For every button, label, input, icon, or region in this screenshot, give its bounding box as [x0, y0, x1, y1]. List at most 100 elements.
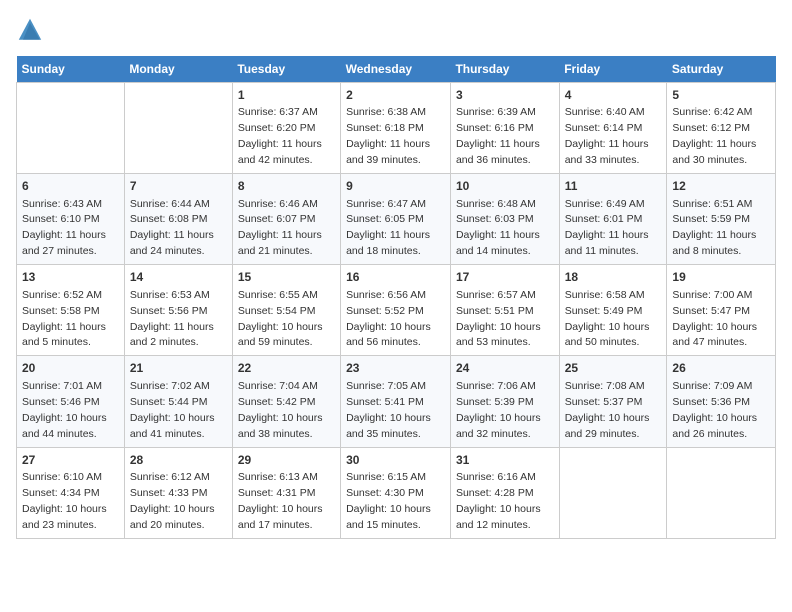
- calendar-cell: 8 Sunrise: 6:46 AM Sunset: 6:07 PM Daylig…: [232, 174, 340, 265]
- day-number: 25: [565, 360, 662, 377]
- day-info: Sunrise: 6:44 AM Sunset: 6:08 PM Dayligh…: [130, 198, 214, 258]
- day-info: Sunrise: 6:53 AM Sunset: 5:56 PM Dayligh…: [130, 289, 214, 349]
- day-number: 18: [565, 269, 662, 286]
- calendar-cell: [124, 83, 232, 174]
- day-info: Sunrise: 6:52 AM Sunset: 5:58 PM Dayligh…: [22, 289, 106, 349]
- day-info: Sunrise: 6:55 AM Sunset: 5:54 PM Dayligh…: [238, 289, 323, 349]
- calendar-cell: 4 Sunrise: 6:40 AM Sunset: 6:14 PM Daylig…: [559, 83, 667, 174]
- calendar-cell: 25 Sunrise: 7:08 AM Sunset: 5:37 PM Dayli…: [559, 356, 667, 447]
- day-info: Sunrise: 6:12 AM Sunset: 4:33 PM Dayligh…: [130, 471, 215, 531]
- weekday-header-monday: Monday: [124, 56, 232, 83]
- day-number: 16: [346, 269, 445, 286]
- day-info: Sunrise: 7:01 AM Sunset: 5:46 PM Dayligh…: [22, 380, 107, 440]
- weekday-header-sunday: Sunday: [17, 56, 125, 83]
- day-info: Sunrise: 6:39 AM Sunset: 6:16 PM Dayligh…: [456, 106, 540, 166]
- calendar-cell: 5 Sunrise: 6:42 AM Sunset: 6:12 PM Daylig…: [667, 83, 776, 174]
- calendar-cell: 29 Sunrise: 6:13 AM Sunset: 4:31 PM Dayli…: [232, 447, 340, 538]
- day-number: 7: [130, 178, 227, 195]
- calendar-cell: 6Sunrise: 6:43 AM Sunset: 6:10 PM Daylig…: [17, 174, 125, 265]
- calendar-cell: 10Sunrise: 6:48 AM Sunset: 6:03 PM Dayli…: [450, 174, 559, 265]
- calendar-cell: 13 Sunrise: 6:52 AM Sunset: 5:58 PM Dayli…: [17, 265, 125, 356]
- day-number: 29: [238, 452, 335, 469]
- calendar-cell: 28 Sunrise: 6:12 AM Sunset: 4:33 PM Dayli…: [124, 447, 232, 538]
- calendar-cell: 3 Sunrise: 6:39 AM Sunset: 6:16 PM Daylig…: [450, 83, 559, 174]
- day-number: 5: [672, 87, 770, 104]
- header-row: SundayMondayTuesdayWednesdayThursdayFrid…: [17, 56, 776, 83]
- day-number: 21: [130, 360, 227, 377]
- day-number: 23: [346, 360, 445, 377]
- day-number: 31: [456, 452, 554, 469]
- weekday-header-thursday: Thursday: [450, 56, 559, 83]
- day-number: 3: [456, 87, 554, 104]
- day-number: 30: [346, 452, 445, 469]
- calendar-cell: 2 Sunrise: 6:38 AM Sunset: 6:18 PM Daylig…: [341, 83, 451, 174]
- day-number: 6: [22, 178, 119, 195]
- day-info: Sunrise: 7:00 AM Sunset: 5:47 PM Dayligh…: [672, 289, 757, 349]
- calendar-cell: 26 Sunrise: 7:09 AM Sunset: 5:36 PM Dayli…: [667, 356, 776, 447]
- day-info: Sunrise: 6:58 AM Sunset: 5:49 PM Dayligh…: [565, 289, 650, 349]
- calendar-cell: 17Sunrise: 6:57 AM Sunset: 5:51 PM Dayli…: [450, 265, 559, 356]
- logo-icon: [16, 16, 44, 44]
- day-number: 26: [672, 360, 770, 377]
- calendar-cell: 19 Sunrise: 7:00 AM Sunset: 5:47 PM Dayli…: [667, 265, 776, 356]
- day-number: 28: [130, 452, 227, 469]
- calendar-cell: 21 Sunrise: 7:02 AM Sunset: 5:44 PM Dayli…: [124, 356, 232, 447]
- day-number: 27: [22, 452, 119, 469]
- calendar-cell: 22Sunrise: 7:04 AM Sunset: 5:42 PM Dayli…: [232, 356, 340, 447]
- day-info: Sunrise: 6:56 AM Sunset: 5:52 PM Dayligh…: [346, 289, 431, 349]
- day-info: Sunrise: 6:15 AM Sunset: 4:30 PM Dayligh…: [346, 471, 431, 531]
- calendar-cell: 30 Sunrise: 6:15 AM Sunset: 4:30 PM Dayli…: [341, 447, 451, 538]
- day-info: Sunrise: 6:38 AM Sunset: 6:18 PM Dayligh…: [346, 106, 430, 166]
- day-number: 10: [456, 178, 554, 195]
- day-number: 12: [672, 178, 770, 195]
- calendar-cell: [17, 83, 125, 174]
- day-info: Sunrise: 6:51 AM Sunset: 5:59 PM Dayligh…: [672, 198, 756, 258]
- calendar-cell: 18 Sunrise: 6:58 AM Sunset: 5:49 PM Dayli…: [559, 265, 667, 356]
- day-number: 20: [22, 360, 119, 377]
- calendar-cell: 23 Sunrise: 7:05 AM Sunset: 5:41 PM Dayli…: [341, 356, 451, 447]
- week-row-1: 1 Sunrise: 6:37 AM Sunset: 6:20 PM Daylig…: [17, 83, 776, 174]
- day-info: Sunrise: 6:13 AM Sunset: 4:31 PM Dayligh…: [238, 471, 323, 531]
- day-number: 9: [346, 178, 445, 195]
- day-number: 11: [565, 178, 662, 195]
- weekday-header-saturday: Saturday: [667, 56, 776, 83]
- calendar-table: SundayMondayTuesdayWednesdayThursdayFrid…: [16, 56, 776, 539]
- weekday-header-tuesday: Tuesday: [232, 56, 340, 83]
- day-number: 19: [672, 269, 770, 286]
- calendar-cell: 16 Sunrise: 6:56 AM Sunset: 5:52 PM Dayli…: [341, 265, 451, 356]
- day-info: Sunrise: 7:02 AM Sunset: 5:44 PM Dayligh…: [130, 380, 215, 440]
- day-info: Sunrise: 7:04 AM Sunset: 5:42 PM Dayligh…: [238, 380, 323, 440]
- day-info: Sunrise: 7:05 AM Sunset: 5:41 PM Dayligh…: [346, 380, 431, 440]
- calendar-cell: 9Sunrise: 6:47 AM Sunset: 6:05 PM Daylig…: [341, 174, 451, 265]
- calendar-cell: [559, 447, 667, 538]
- day-number: 24: [456, 360, 554, 377]
- day-info: Sunrise: 7:08 AM Sunset: 5:37 PM Dayligh…: [565, 380, 650, 440]
- day-info: Sunrise: 6:40 AM Sunset: 6:14 PM Dayligh…: [565, 106, 649, 166]
- day-number: 2: [346, 87, 445, 104]
- calendar-cell: 12 Sunrise: 6:51 AM Sunset: 5:59 PM Dayli…: [667, 174, 776, 265]
- day-info: Sunrise: 7:09 AM Sunset: 5:36 PM Dayligh…: [672, 380, 757, 440]
- calendar-cell: 31 Sunrise: 6:16 AM Sunset: 4:28 PM Dayli…: [450, 447, 559, 538]
- day-number: 4: [565, 87, 662, 104]
- page-header: [16, 16, 776, 44]
- day-number: 13: [22, 269, 119, 286]
- day-number: 14: [130, 269, 227, 286]
- weekday-header-wednesday: Wednesday: [341, 56, 451, 83]
- day-number: 1: [238, 87, 335, 104]
- week-row-5: 27 Sunrise: 6:10 AM Sunset: 4:34 PM Dayli…: [17, 447, 776, 538]
- week-row-2: 6Sunrise: 6:43 AM Sunset: 6:10 PM Daylig…: [17, 174, 776, 265]
- calendar-cell: 24 Sunrise: 7:06 AM Sunset: 5:39 PM Dayli…: [450, 356, 559, 447]
- day-info: Sunrise: 6:46 AM Sunset: 6:07 PM Dayligh…: [238, 198, 322, 258]
- weekday-header-friday: Friday: [559, 56, 667, 83]
- calendar-cell: 20 Sunrise: 7:01 AM Sunset: 5:46 PM Dayli…: [17, 356, 125, 447]
- day-number: 15: [238, 269, 335, 286]
- day-info: Sunrise: 6:16 AM Sunset: 4:28 PM Dayligh…: [456, 471, 541, 531]
- day-number: 8: [238, 178, 335, 195]
- calendar-cell: 1 Sunrise: 6:37 AM Sunset: 6:20 PM Daylig…: [232, 83, 340, 174]
- day-info: Sunrise: 6:10 AM Sunset: 4:34 PM Dayligh…: [22, 471, 107, 531]
- day-info: Sunrise: 6:37 AM Sunset: 6:20 PM Dayligh…: [238, 106, 322, 166]
- week-row-3: 13 Sunrise: 6:52 AM Sunset: 5:58 PM Dayli…: [17, 265, 776, 356]
- calendar-cell: 15 Sunrise: 6:55 AM Sunset: 5:54 PM Dayli…: [232, 265, 340, 356]
- day-info: Sunrise: 7:06 AM Sunset: 5:39 PM Dayligh…: [456, 380, 541, 440]
- day-info: Sunrise: 6:42 AM Sunset: 6:12 PM Dayligh…: [672, 106, 756, 166]
